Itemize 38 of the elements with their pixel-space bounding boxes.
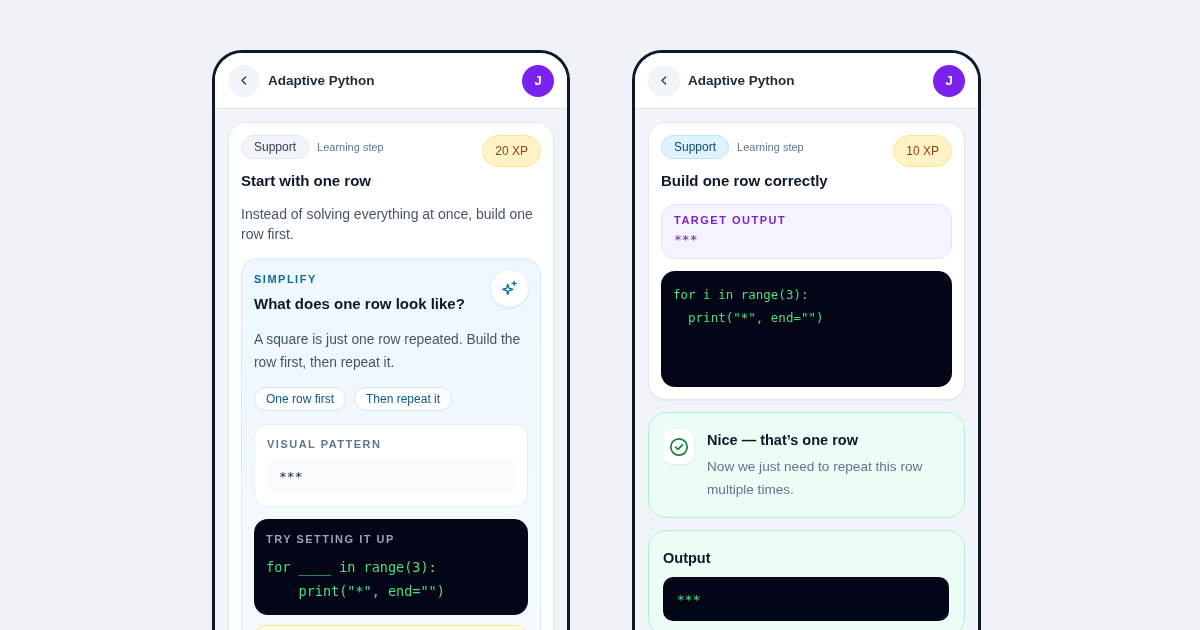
pattern-label: VISUAL PATTERN (267, 437, 383, 452)
xp-badge: 20 XP (482, 135, 541, 167)
xp-badge: 10 XP (893, 135, 952, 167)
step-label: Learning step (737, 140, 804, 155)
user-avatar[interactable]: J (522, 64, 554, 97)
back-button[interactable] (648, 64, 680, 97)
output-console: *** (663, 577, 949, 621)
panel-text: A square is just one row repeated. Build the row first, then repeat it. (254, 331, 522, 372)
panel-eyebrow: SIMPLIFY (254, 272, 318, 287)
pattern-output: *** (267, 459, 515, 494)
target-value: *** (674, 231, 699, 249)
check-icon (663, 429, 694, 464)
hint-chip: One row first (254, 387, 346, 411)
sparkle-icon (501, 280, 518, 297)
code-line: for ____ in range(3): (266, 558, 438, 578)
screen-title: Adaptive Python (688, 73, 795, 88)
panel-title: What does one row look like? (254, 294, 465, 314)
back-icon (240, 75, 248, 86)
feedback-text: Now we just need to repeat this row multiple times. (707, 458, 924, 499)
back-icon (660, 75, 668, 86)
category-tag: Support (661, 135, 730, 159)
back-button[interactable] (228, 64, 260, 97)
target-label: TARGET OUTPUT (674, 213, 788, 228)
user-avatar[interactable]: J (933, 64, 965, 97)
card-title: Build one row correctly (661, 171, 829, 191)
code-line: print("*", end="") (297, 582, 446, 601)
code-line: for i in range(3): (673, 286, 810, 304)
hint-chip: Then repeat it (354, 387, 453, 411)
step-label: Learning step (317, 140, 384, 155)
feedback-title: Nice — that’s one row (707, 431, 859, 450)
category-tag: Support (241, 135, 310, 159)
card-title: Start with one row (241, 171, 372, 191)
code-label: TRY SETTING IT UP (266, 532, 396, 547)
sparkle-button[interactable] (491, 270, 528, 307)
card-description: Instead of solving everything at once, build one row first. (241, 205, 534, 244)
code-line: print("*", end="") (687, 309, 825, 327)
screen-title: Adaptive Python (268, 73, 375, 88)
output-title: Output (663, 549, 712, 568)
